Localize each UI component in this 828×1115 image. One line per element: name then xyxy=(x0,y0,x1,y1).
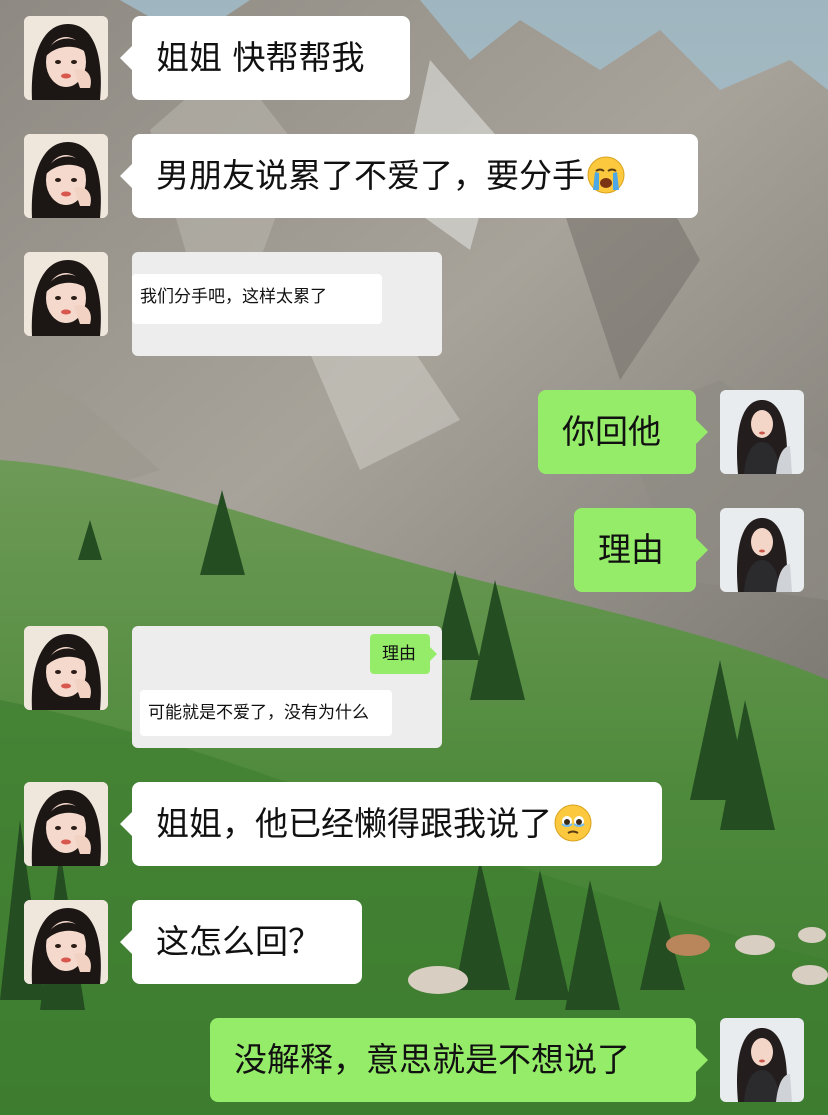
self-avatar[interactable] xyxy=(720,508,804,592)
contact-avatar[interactable] xyxy=(24,134,108,218)
message-text: 姐姐 快帮帮我 xyxy=(156,38,365,77)
message-text: 这怎么回？ xyxy=(156,922,321,961)
loudly-crying-face-emoji xyxy=(587,155,625,194)
screenshot-inner-bubble: 我们分手吧，这样太累了 xyxy=(132,274,382,324)
contact-avatar[interactable] xyxy=(24,252,108,336)
message-bubble-right[interactable]: 理由 xyxy=(574,508,708,592)
message-text: 理由 xyxy=(598,530,664,569)
girl-avatar-icon xyxy=(24,134,108,218)
contact-avatar[interactable] xyxy=(24,782,108,866)
woman-avatar-icon xyxy=(720,508,804,592)
screenshot-inner-bubble-right: 理由 xyxy=(370,634,437,674)
self-avatar[interactable] xyxy=(720,390,804,474)
message-bubble-left[interactable]: 这怎么回？ xyxy=(120,900,362,984)
message-bubble-right[interactable]: 你回他 xyxy=(538,390,708,474)
girl-avatar-icon xyxy=(24,900,108,984)
message-text: 你回他 xyxy=(562,412,661,451)
message-text: 男朋友说累了不爱了，要分手 xyxy=(156,156,585,195)
screenshot-image-message[interactable]: 我们分手吧，这样太累了 xyxy=(132,252,442,356)
screenshot-inner-text: 理由 xyxy=(382,644,416,664)
message-bubble-left[interactable]: 男朋友说累了不爱了，要分手 xyxy=(120,134,698,218)
contact-avatar[interactable] xyxy=(24,900,108,984)
girl-avatar-icon xyxy=(24,16,108,100)
girl-avatar-icon xyxy=(24,782,108,866)
woman-avatar-icon xyxy=(720,1018,804,1102)
screenshot-inner-text: 可能就是不爱了，没有为什么 xyxy=(148,703,369,723)
message-text: 没解释，意思就是不想说了 xyxy=(234,1040,630,1079)
contact-avatar[interactable] xyxy=(24,16,108,100)
message-bubble-left[interactable]: 姐姐，他已经懒得跟我说了 xyxy=(120,782,662,866)
girl-avatar-icon xyxy=(24,626,108,710)
contact-avatar[interactable] xyxy=(24,626,108,710)
message-text: 姐姐，他已经懒得跟我说了 xyxy=(156,804,552,843)
screenshot-inner-bubble-left: 可能就是不爱了，没有为什么 xyxy=(140,690,392,736)
girl-avatar-icon xyxy=(24,252,108,336)
screenshot-inner-text: 我们分手吧，这样太累了 xyxy=(140,287,327,307)
message-bubble-right[interactable]: 没解释，意思就是不想说了 xyxy=(210,1018,708,1102)
self-avatar[interactable] xyxy=(720,1018,804,1102)
holding-back-tears-emoji xyxy=(554,803,592,842)
message-bubble-left[interactable]: 姐姐 快帮帮我 xyxy=(120,16,410,100)
screenshot-image-message[interactable]: 理由 可能就是不爱了，没有为什么 xyxy=(132,626,442,748)
woman-avatar-icon xyxy=(720,390,804,474)
